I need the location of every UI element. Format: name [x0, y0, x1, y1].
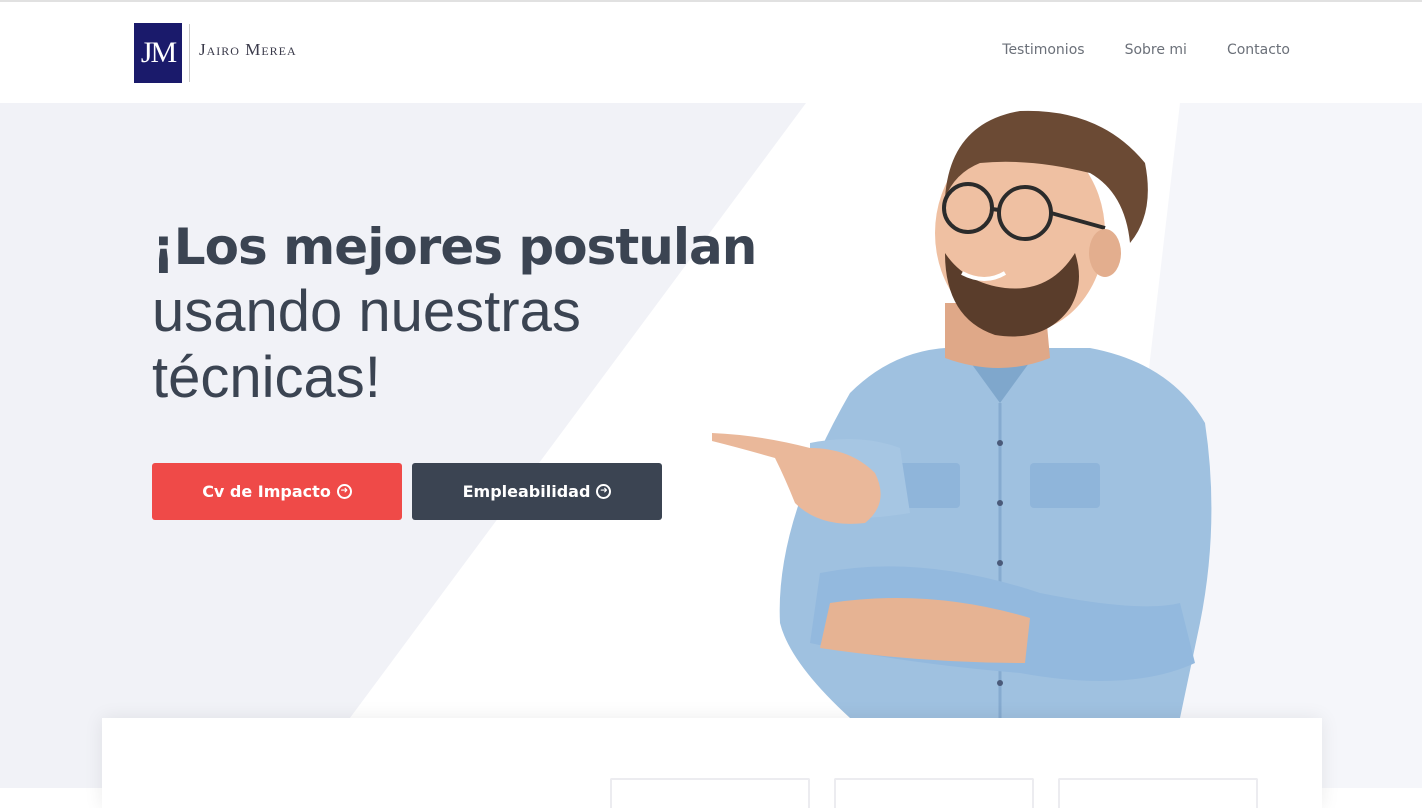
hero-title: ¡Los mejores postulan usando nuestras té… — [152, 215, 812, 411]
card-tab[interactable] — [834, 778, 1034, 808]
hero-title-line-3: técnicas! — [152, 345, 381, 410]
navbar: JM Jairo Merea Testimonios Sobre mi Cont… — [0, 2, 1422, 103]
hero-title-bold: ¡Los mejores postulan — [152, 218, 757, 276]
cv-impacto-button[interactable]: Cv de Impacto ➜ — [152, 463, 402, 520]
empleabilidad-label: Empleabilidad — [462, 482, 591, 501]
nav-link-testimonios[interactable]: Testimonios — [1002, 42, 1084, 58]
cv-impacto-label: Cv de Impacto — [202, 482, 331, 501]
logo-monogram[interactable]: JM — [134, 23, 182, 83]
card-tab[interactable] — [1058, 778, 1258, 808]
hero-section: ¡Los mejores postulan usando nuestras té… — [0, 103, 1422, 788]
logo-name[interactable]: Jairo Merea — [199, 40, 297, 60]
arrow-circle-right-icon: ➜ — [596, 484, 612, 499]
empleabilidad-button[interactable]: Empleabilidad ➜ — [412, 463, 662, 520]
arrow-circle-right-icon: ➜ — [336, 484, 352, 499]
content-card — [102, 718, 1322, 808]
nav-link-contacto[interactable]: Contacto — [1227, 42, 1290, 58]
main-nav: Testimonios Sobre mi Contacto — [1002, 42, 1290, 58]
hero-title-line-2: usando nuestras — [152, 279, 581, 344]
logo-divider — [189, 24, 190, 82]
nav-link-sobre-mi[interactable]: Sobre mi — [1125, 42, 1187, 58]
card-tab[interactable] — [610, 778, 810, 808]
